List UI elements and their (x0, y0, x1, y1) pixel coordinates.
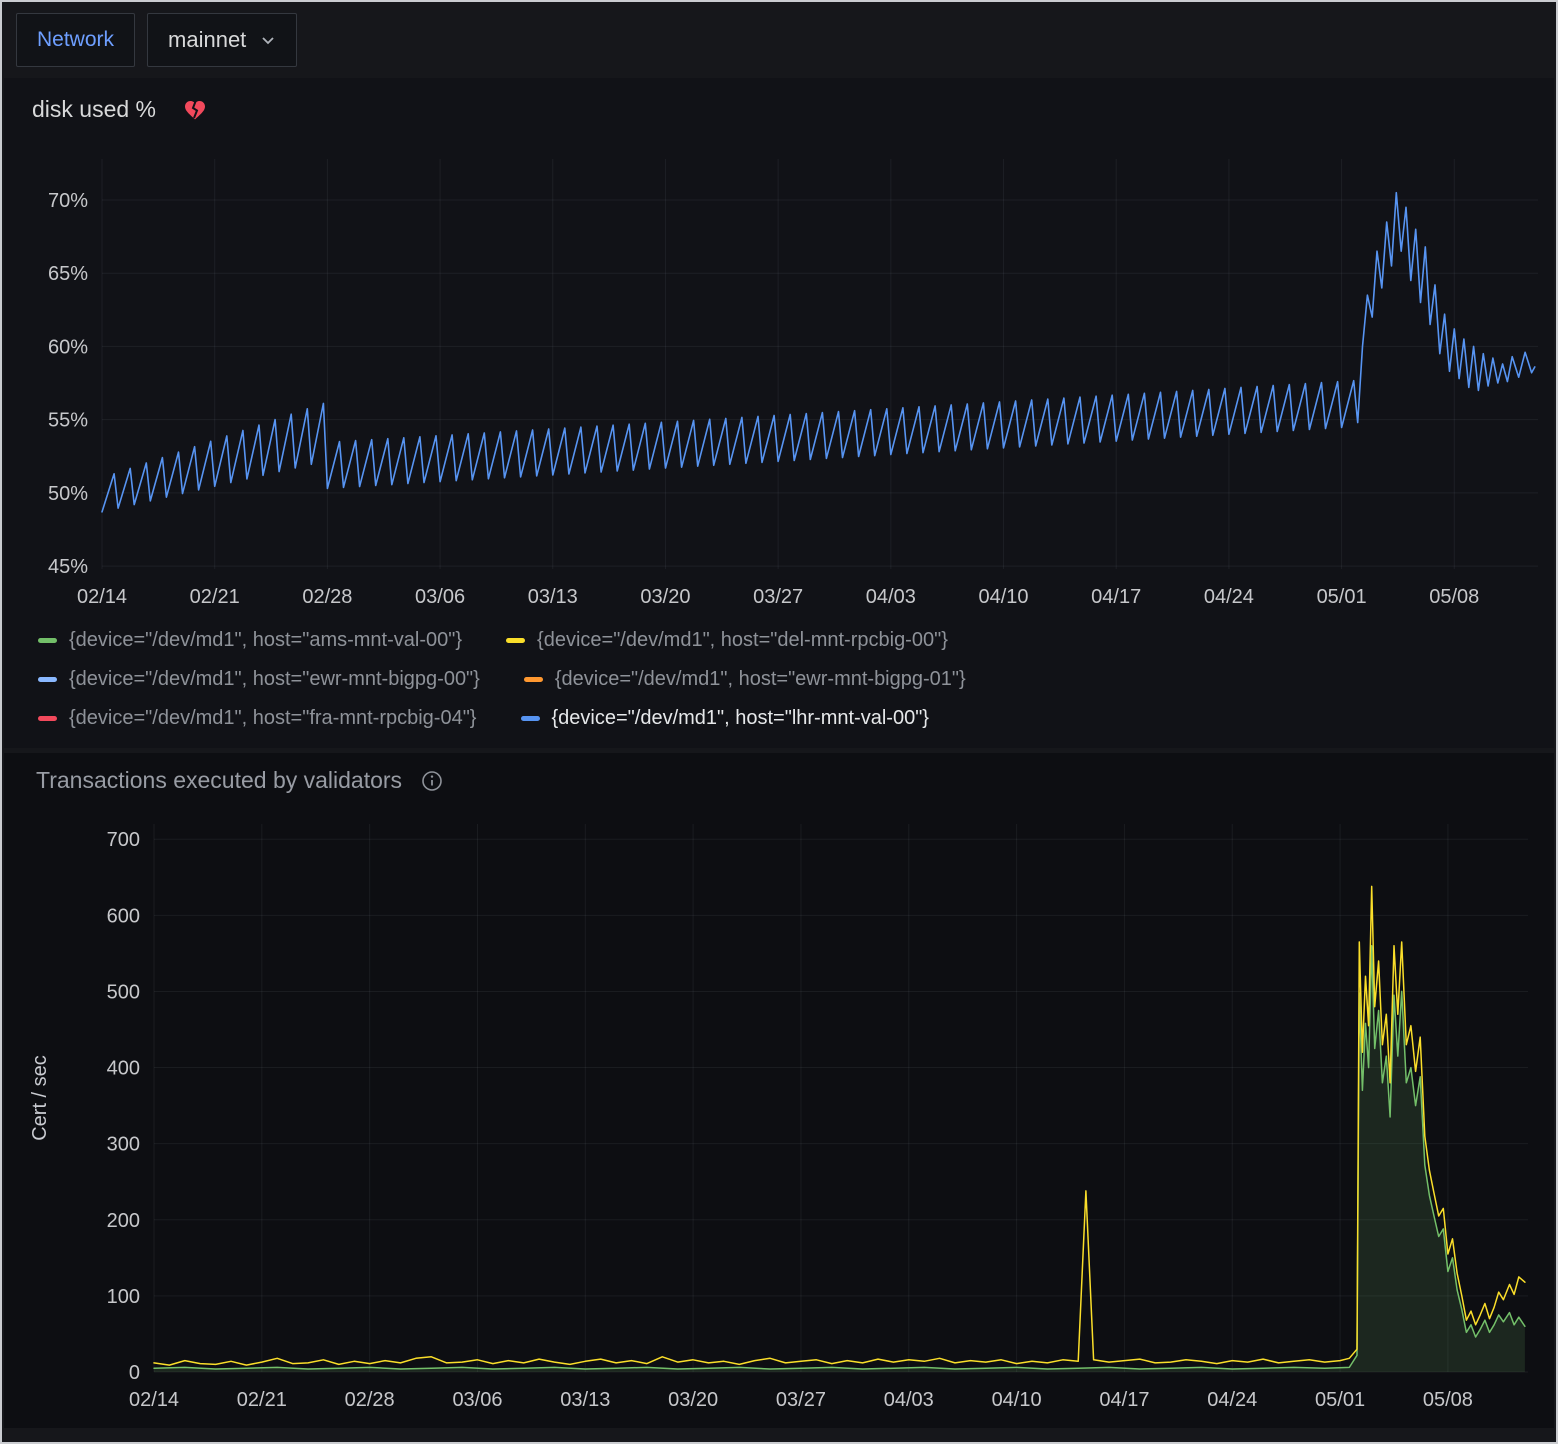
svg-text:300: 300 (107, 1134, 140, 1156)
legend-label: {device="/dev/md1", host="fra-mnt-rpcbig… (69, 707, 477, 730)
legend-item-ewr-mnt-bigpg-01[interactable]: {device="/dev/md1", host="ewr-mnt-bigpg-… (524, 668, 966, 691)
svg-text:03/27: 03/27 (776, 1389, 826, 1411)
disk-used-chart[interactable]: 02/14 02/21 02/28 03/06 03/13 03/20 03/27 04/03… (4, 129, 1554, 619)
svg-text:04/24: 04/24 (1207, 1389, 1257, 1411)
svg-text:05/01: 05/01 (1315, 1389, 1365, 1411)
legend-item-del-mnt-rpcbig-00[interactable]: {device="/dev/md1", host="del-mnt-rpcbig… (506, 629, 948, 652)
legend-item-ewr-mnt-bigpg-00[interactable]: {device="/dev/md1", host="ewr-mnt-bigpg-… (38, 668, 480, 691)
svg-text:50%: 50% (48, 483, 88, 505)
svg-text:04/24: 04/24 (1204, 586, 1254, 608)
svg-text:03/27: 03/27 (753, 586, 803, 608)
svg-text:02/21: 02/21 (237, 1389, 287, 1411)
svg-text:Cert / sec: Cert / sec (29, 1055, 51, 1141)
svg-text:600: 600 (107, 905, 140, 927)
panel-transactions: Transactions executed by validators 02/1… (4, 753, 1554, 1428)
svg-text:03/20: 03/20 (640, 586, 690, 608)
legend-item-fra-mnt-rpcbig-04[interactable]: {device="/dev/md1", host="fra-mnt-rpcbig… (38, 707, 477, 730)
legend-label: {device="/dev/md1", host="ewr-mnt-bigpg-… (555, 668, 966, 691)
svg-text:02/28: 02/28 (302, 586, 352, 608)
legend-swatch (521, 716, 540, 721)
svg-text:05/08: 05/08 (1423, 1389, 1473, 1411)
transactions-chart[interactable]: 02/14 02/21 02/28 03/06 03/13 03/20 03/27 04/03… (4, 798, 1556, 1428)
svg-text:02/28: 02/28 (345, 1389, 395, 1411)
dashboard-controls: Network mainnet (2, 2, 1556, 78)
svg-text:04/17: 04/17 (1091, 586, 1141, 608)
svg-text:45%: 45% (48, 556, 88, 578)
svg-text:04/10: 04/10 (992, 1389, 1042, 1411)
svg-text:05/01: 05/01 (1317, 586, 1367, 608)
svg-text:60%: 60% (48, 336, 88, 358)
panel-title[interactable]: disk used % (32, 96, 156, 123)
svg-text:03/13: 03/13 (528, 586, 578, 608)
legend-label: {device="/dev/md1", host="ams-mnt-val-00… (69, 629, 462, 652)
chevron-down-icon (260, 32, 276, 48)
legend-swatch (38, 638, 57, 643)
legend-swatch (38, 677, 57, 682)
legend-item-lhr-mnt-val-00[interactable]: {device="/dev/md1", host="lhr-mnt-val-00… (521, 707, 929, 730)
network-label-text: Network (37, 28, 114, 52)
legend-row: {device="/dev/md1", host="ewr-mnt-bigpg-… (38, 668, 1520, 691)
legend-label: {device="/dev/md1", host="del-mnt-rpcbig… (537, 629, 948, 652)
legend-label: {device="/dev/md1", host="ewr-mnt-bigpg-… (69, 668, 480, 691)
legend-swatch (38, 716, 57, 721)
svg-text:02/21: 02/21 (190, 586, 240, 608)
chart-legend: {device="/dev/md1", host="ams-mnt-val-00… (4, 619, 1554, 748)
network-variable-select[interactable]: mainnet (147, 13, 297, 67)
panel-transactions-header: Transactions executed by validators (4, 753, 1554, 798)
svg-text:700: 700 (107, 829, 140, 851)
network-value-text: mainnet (168, 27, 246, 53)
legend-swatch (506, 638, 525, 643)
legend-swatch (524, 677, 543, 682)
grafana-dashboard: { "topbar": { "network_label": "Network"… (0, 0, 1558, 1444)
panel-disk-used-header: disk used % (4, 78, 1554, 129)
svg-text:500: 500 (107, 981, 140, 1003)
svg-text:02/14: 02/14 (77, 586, 127, 608)
svg-text:03/06: 03/06 (415, 586, 465, 608)
info-icon[interactable] (420, 769, 444, 793)
svg-text:0: 0 (129, 1362, 140, 1384)
svg-text:55%: 55% (48, 410, 88, 432)
panel-title[interactable]: Transactions executed by validators (36, 767, 402, 794)
svg-text:100: 100 (107, 1286, 140, 1308)
legend-row: {device="/dev/md1", host="ams-mnt-val-00… (38, 629, 1520, 652)
svg-text:03/13: 03/13 (560, 1389, 610, 1411)
legend-label: {device="/dev/md1", host="lhr-mnt-val-00… (552, 707, 929, 730)
svg-text:04/10: 04/10 (978, 586, 1028, 608)
legend-row: {device="/dev/md1", host="fra-mnt-rpcbig… (38, 707, 1520, 730)
svg-text:05/08: 05/08 (1429, 586, 1479, 608)
legend-item-ams-mnt-val-00[interactable]: {device="/dev/md1", host="ams-mnt-val-00… (38, 629, 462, 652)
svg-text:04/17: 04/17 (1099, 1389, 1149, 1411)
svg-text:400: 400 (107, 1058, 140, 1080)
svg-text:70%: 70% (48, 190, 88, 212)
panel-disk-used: disk used % 02/14 02/21 02/28 03/06 03/13 03/… (4, 78, 1554, 748)
svg-text:65%: 65% (48, 263, 88, 285)
svg-text:03/06: 03/06 (452, 1389, 502, 1411)
svg-text:04/03: 04/03 (884, 1389, 934, 1411)
svg-text:03/20: 03/20 (668, 1389, 718, 1411)
alert-broken-heart-icon (182, 98, 208, 122)
svg-text:200: 200 (107, 1210, 140, 1232)
svg-text:04/03: 04/03 (866, 586, 916, 608)
svg-text:02/14: 02/14 (129, 1389, 179, 1411)
network-variable-label[interactable]: Network (16, 13, 135, 67)
